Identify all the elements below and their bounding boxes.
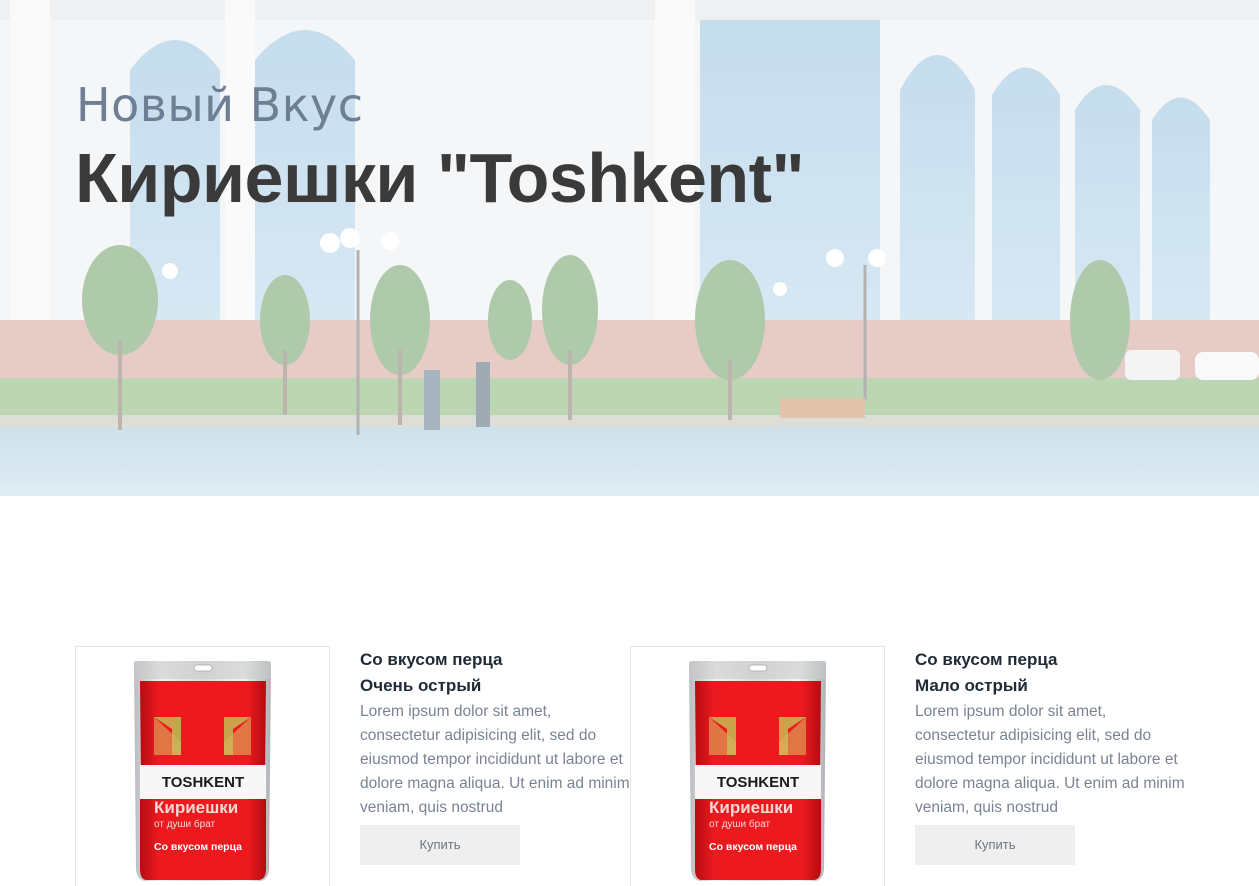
product-info: Со вкусом перца Мало острый Lorem ipsum … (915, 646, 1185, 865)
package-product-text: Кириешки (154, 798, 238, 817)
chips-package-image: TOSHKENT Кириешки от души брат Со вкусом… (689, 661, 826, 881)
product-image[interactable]: TOSHKENT Кириешки от души брат Со вкусом… (630, 646, 885, 886)
product-name: Со вкусом перца (915, 650, 1058, 669)
package-tagline-text: от души брат (709, 818, 771, 830)
package-brand-text: TOSHKENT (717, 774, 799, 791)
product-description: Lorem ipsum dolor sit amet, consectetur … (360, 703, 630, 816)
package-product-text: Кириешки (709, 798, 793, 817)
package-brand-text: TOSHKENT (162, 774, 244, 791)
product-name: Со вкусом перца (360, 650, 503, 669)
package-flavor-text: Со вкусом перца (709, 841, 797, 853)
product-spice-level: Мало острый (915, 676, 1028, 695)
buy-button[interactable]: Купить (915, 825, 1075, 865)
chips-package-image: TOSHKENT Кириешки от души брат Со вкусом… (134, 661, 271, 881)
package-flavor-text: Со вкусом перца (154, 841, 242, 853)
hero-overlay (0, 0, 1259, 496)
product-spice-level: Очень острый (360, 676, 482, 695)
product-info: Со вкусом перца Очень острый Lorem ipsum… (360, 646, 630, 865)
hero-subtitle: Новый Вкус (76, 78, 364, 132)
buy-button[interactable]: Купить (360, 825, 520, 865)
hero-banner: Новый Вкус Кириешки "Toshkent" (0, 0, 1259, 496)
hero-title: Кириешки "Toshkent" (75, 139, 805, 217)
package-tagline-text: от души брат (154, 818, 216, 830)
product-description: Lorem ipsum dolor sit amet, consectetur … (915, 703, 1185, 816)
product-image[interactable]: TOSHKENT Кириешки от души брат Со вкусом… (75, 646, 330, 886)
